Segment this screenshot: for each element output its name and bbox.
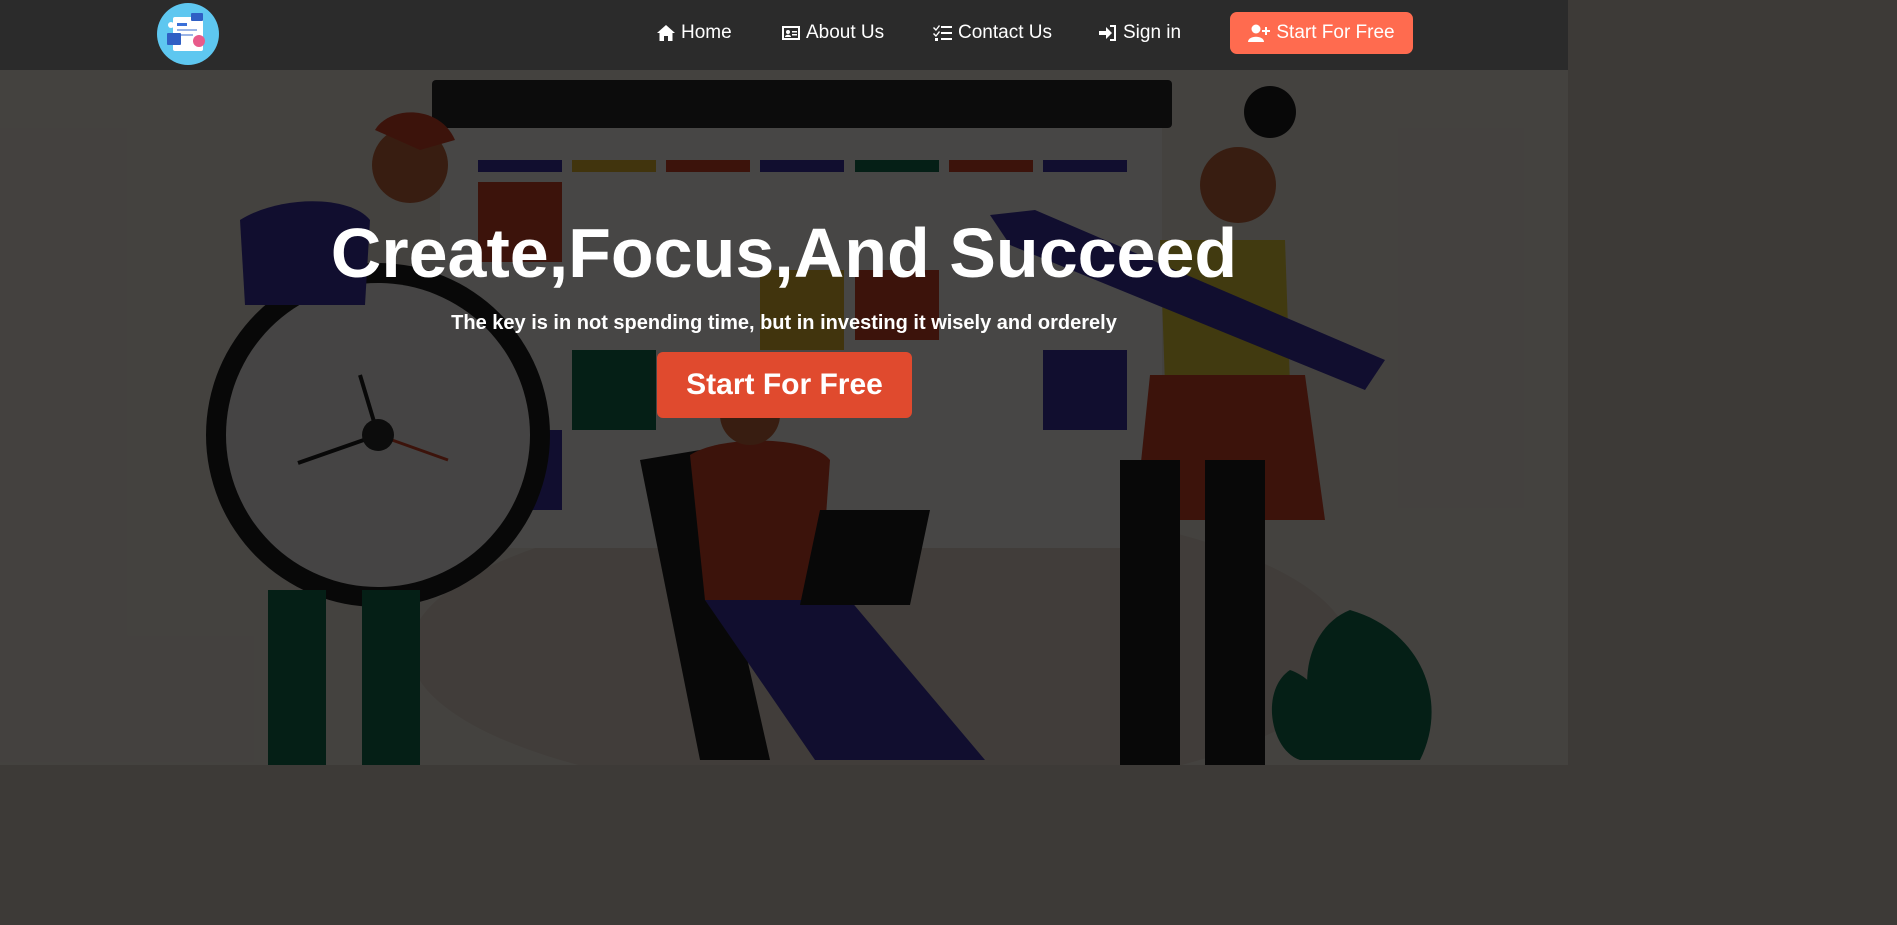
app-logo[interactable] [157,3,219,65]
user-plus-icon [1248,24,1271,42]
logo-graphic [167,13,205,51]
hero-headline: Create,Focus,And Succeed [330,214,1238,292]
nav-sign-in-label: Sign in [1123,22,1182,43]
nav-sign-in[interactable]: Sign in [1098,20,1181,46]
nav-home-label: Home [681,22,732,43]
id-card-icon [782,26,800,40]
sign-in-icon [1099,25,1116,41]
nav-about-label: About Us [806,22,885,43]
nav-contact-label: Contact Us [958,22,1052,43]
nav-home[interactable]: Home [656,20,732,46]
checklist-icon [933,25,952,41]
nav-cta-label: Start For Free [1276,22,1395,43]
hero-section: Create,Focus,And Succeed The key is in n… [0,70,1568,765]
nav-contact-us[interactable]: Contact Us [933,20,1052,46]
navbar: Home About Us Contact Us Sign in Start F… [0,0,1568,70]
home-icon [657,25,675,41]
nav-about-us[interactable]: About Us [781,20,884,46]
hero-start-for-free-button[interactable]: Start For Free [657,352,912,418]
nav-start-for-free-button[interactable]: Start For Free [1230,12,1413,54]
hero-tagline: The key is in not spending time, but in … [451,312,1117,334]
